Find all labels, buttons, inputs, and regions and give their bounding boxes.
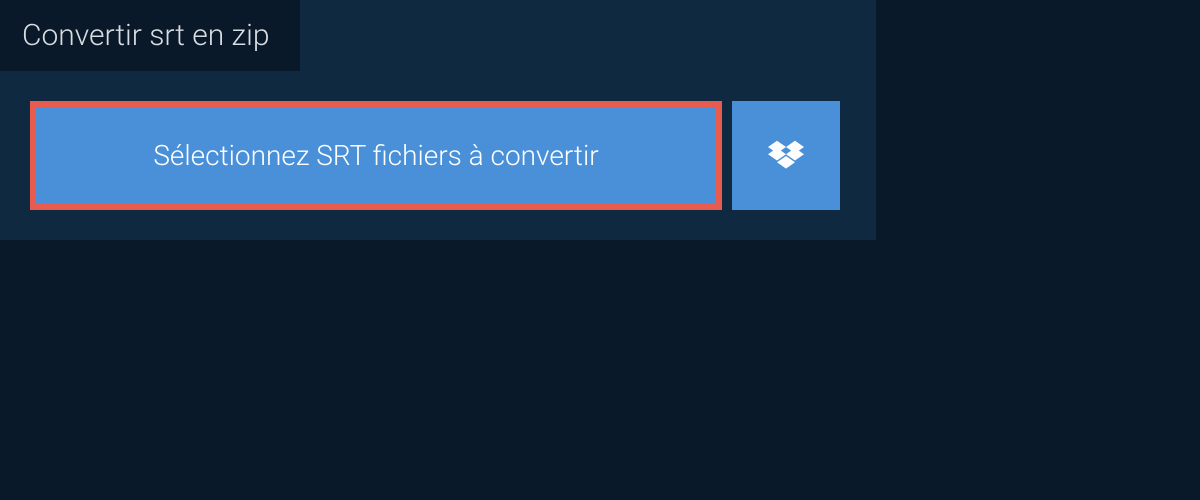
select-files-label: Sélectionnez SRT fichiers à convertir [153,139,598,172]
dropbox-button[interactable] [732,101,840,210]
content-area: Sélectionnez SRT fichiers à convertir [0,71,876,240]
page-title: Convertir srt en zip [22,18,270,53]
converter-panel: Convertir srt en zip Sélectionnez SRT fi… [0,0,876,240]
tab-header: Convertir srt en zip [0,0,300,71]
select-files-button[interactable]: Sélectionnez SRT fichiers à convertir [30,101,722,210]
dropbox-icon [768,140,804,172]
button-row: Sélectionnez SRT fichiers à convertir [30,101,846,210]
